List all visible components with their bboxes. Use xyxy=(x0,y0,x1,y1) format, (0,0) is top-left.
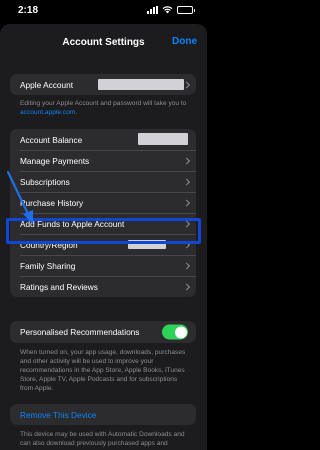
screen: 2:18 Account Settings Done Apple Account xyxy=(0,0,207,450)
redacted-account-email xyxy=(98,79,184,90)
manage-payments-label: Manage Payments xyxy=(20,155,90,166)
chevron-right-icon xyxy=(182,156,191,165)
personalised-label: Personalised Recommendations xyxy=(20,327,140,337)
chevron-right-icon xyxy=(182,198,191,207)
page-title: Account Settings xyxy=(62,36,145,48)
remove-device-row[interactable]: Remove This Device xyxy=(10,404,196,425)
annotation-arrow-icon xyxy=(6,170,33,224)
apple-account-group: Apple Account xyxy=(10,74,196,95)
account-balance-label: Account Balance xyxy=(20,134,83,145)
family-sharing-row[interactable]: Family Sharing xyxy=(10,255,196,276)
personalised-note: When turned on, your app usage, download… xyxy=(20,349,186,392)
redacted-balance xyxy=(138,133,188,145)
status-icons xyxy=(147,6,195,14)
status-time: 2:18 xyxy=(18,4,39,16)
chevron-right-icon xyxy=(182,80,191,89)
apple-account-row[interactable]: Apple Account xyxy=(10,74,196,95)
navigation-bar: Account Settings Done xyxy=(0,24,207,60)
chevron-right-icon xyxy=(182,282,191,291)
status-bar: 2:18 xyxy=(0,0,207,20)
personalised-toggle[interactable] xyxy=(162,324,188,340)
remove-device-group: Remove This Device xyxy=(10,404,196,425)
remove-device-note: This device may be used with Automatic D… xyxy=(20,431,185,447)
apple-account-label: Apple Account xyxy=(20,79,74,90)
family-sharing-label: Family Sharing xyxy=(20,260,76,271)
chevron-right-icon xyxy=(182,261,191,270)
account-apple-link[interactable]: account.apple.com xyxy=(20,109,75,116)
cellular-signal-icon xyxy=(147,6,158,14)
remove-device-button[interactable]: Remove This Device xyxy=(20,410,96,420)
done-button[interactable]: Done xyxy=(172,36,197,47)
personalised-group: Personalised Recommendations xyxy=(10,321,196,343)
wifi-icon xyxy=(162,6,173,14)
apple-account-note: Editing your Apple Account and password … xyxy=(20,100,187,116)
personalised-row: Personalised Recommendations xyxy=(10,321,196,343)
ratings-reviews-row[interactable]: Ratings and Reviews xyxy=(10,276,196,297)
ratings-reviews-label: Ratings and Reviews xyxy=(20,281,98,292)
chevron-right-icon xyxy=(182,177,191,186)
battery-icon xyxy=(177,6,195,14)
account-balance-row[interactable]: Account Balance xyxy=(10,129,196,150)
